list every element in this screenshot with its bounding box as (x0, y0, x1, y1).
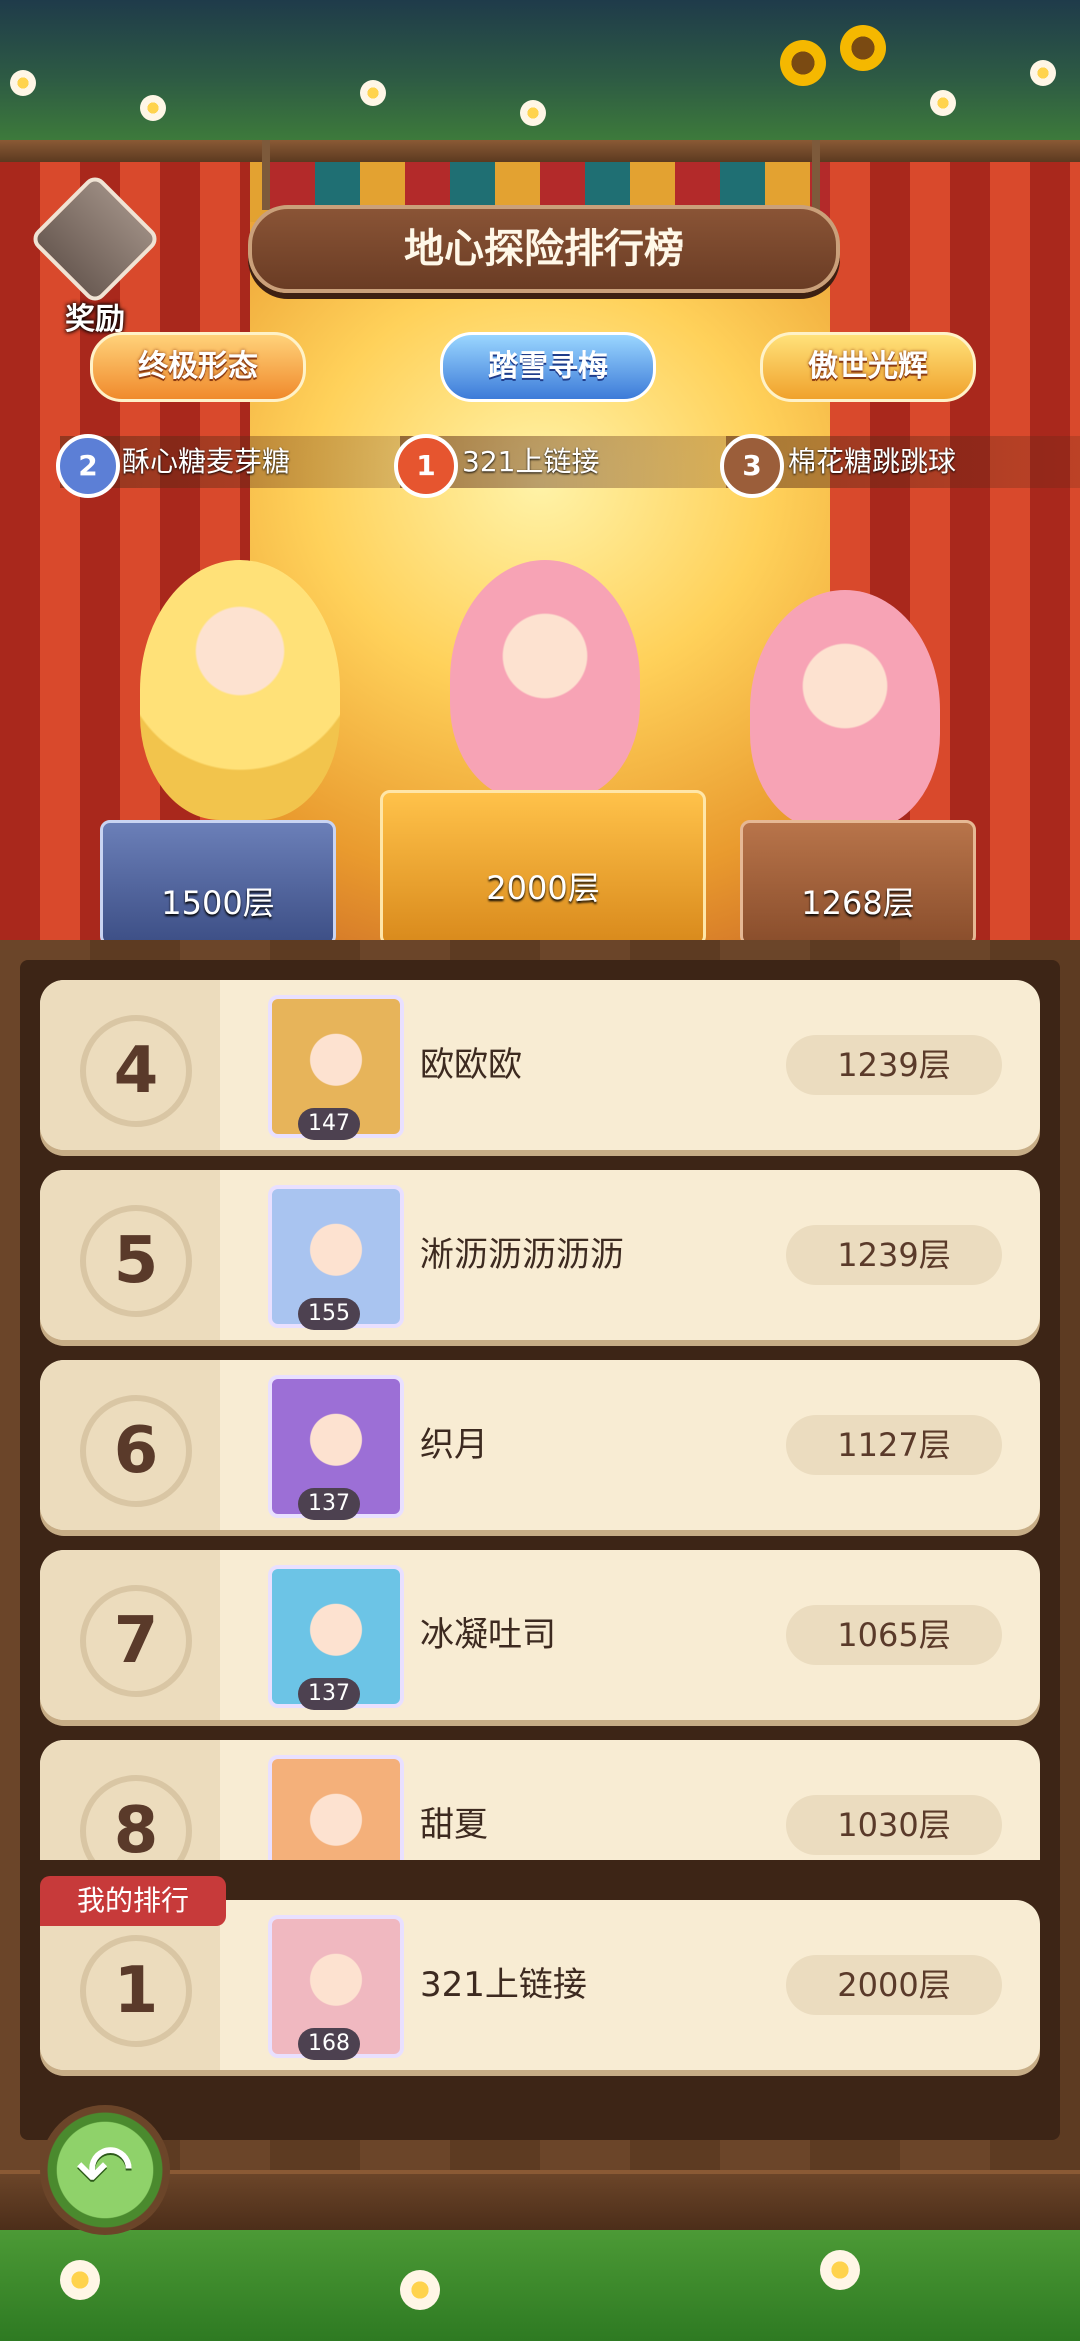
player-score: 1030层 (786, 1795, 1002, 1855)
character-first[interactable] (450, 560, 640, 800)
my-rank-label: 我的排行 (40, 1876, 226, 1926)
rank-number: 1 (80, 1935, 192, 2047)
avatar[interactable] (268, 1755, 404, 1860)
back-arrow-icon: ↶ (75, 2129, 135, 2211)
player-name: 321上链接 (420, 1965, 587, 2005)
flower-icon (400, 2270, 440, 2310)
player-score: 1239层 (786, 1035, 1002, 1095)
sunflower-icon (840, 25, 886, 71)
rank-box: 7 (40, 1550, 220, 1720)
rank-box: 5 (40, 1170, 220, 1340)
title-badge-center: 踏雪寻梅 (440, 332, 656, 402)
list-item[interactable]: 8 甜夏 1030层 (40, 1740, 1040, 1860)
level-badge: 155 (298, 1298, 360, 1330)
flower-icon (820, 2250, 860, 2290)
player-name: 淅沥沥沥沥沥 (420, 1235, 624, 1275)
player-score: 1065层 (786, 1605, 1002, 1665)
character-third[interactable] (750, 590, 940, 830)
list-item[interactable]: 7 137 冰凝吐司 1065层 (40, 1550, 1040, 1720)
list-item[interactable]: 6 137 织月 1127层 (40, 1360, 1040, 1530)
player-name: 甜夏 (420, 1805, 488, 1845)
player-name: 织月 (420, 1425, 488, 1465)
level-badge: 147 (298, 1108, 360, 1140)
level-badge: 137 (298, 1488, 360, 1520)
flower-icon (930, 90, 956, 116)
title-badge-right: 傲世光辉 (760, 332, 976, 402)
pedestal-second-score: 1500层 (100, 820, 336, 946)
title-badge-left: 终极形态 (90, 332, 306, 402)
back-button[interactable]: ↶ (40, 2105, 170, 2235)
list-item[interactable]: 5 155 淅沥沥沥沥沥 1239层 (40, 1170, 1040, 1340)
pedestal-third-score: 1268层 (740, 820, 976, 946)
grass-strip (0, 2230, 1080, 2341)
character-second[interactable] (140, 560, 340, 820)
flower-icon (1030, 60, 1056, 86)
level-badge: 168 (298, 2028, 360, 2060)
list-item[interactable]: 4 147 欧欧欧 1239层 (40, 980, 1040, 1150)
player-score: 2000层 (786, 1955, 1002, 2015)
rank-medal-icon: 2 (56, 434, 120, 498)
player-name: 欧欧欧 (420, 1045, 522, 1085)
rank-box: 8 (40, 1740, 220, 1860)
sign-rope (262, 140, 270, 210)
gift-icon (28, 172, 162, 306)
flower-icon (140, 95, 166, 121)
rank-number: 8 (80, 1775, 192, 1860)
reward-button[interactable]: 奖励 (28, 172, 162, 337)
ranking-list[interactable]: 4 147 欧欧欧 1239层 5 155 淅沥沥沥沥沥 1239层 6 137… (30, 975, 1050, 1860)
top-scenery (0, 0, 1080, 140)
rank-number: 4 (80, 1015, 192, 1127)
player-score: 1127层 (786, 1415, 1002, 1475)
rank-box: 6 (40, 1360, 220, 1530)
player-score: 1239层 (786, 1225, 1002, 1285)
rank-number: 5 (80, 1205, 192, 1317)
flower-icon (10, 70, 36, 96)
rank-medal-icon: 1 (394, 434, 458, 498)
sign-rope (812, 140, 820, 210)
player-name: 冰凝吐司 (420, 1615, 556, 1655)
flower-icon (360, 80, 386, 106)
rank-box: 4 (40, 980, 220, 1150)
rank-number: 6 (80, 1395, 192, 1507)
rank-medal-icon: 3 (720, 434, 784, 498)
rank-number: 7 (80, 1585, 192, 1697)
page-title: 地心探险排行榜 (248, 205, 840, 293)
level-badge: 137 (298, 1678, 360, 1710)
flower-icon (60, 2260, 100, 2300)
pedestal-first-score: 2000层 (380, 790, 706, 946)
flower-icon (520, 100, 546, 126)
sunflower-icon (780, 40, 826, 86)
